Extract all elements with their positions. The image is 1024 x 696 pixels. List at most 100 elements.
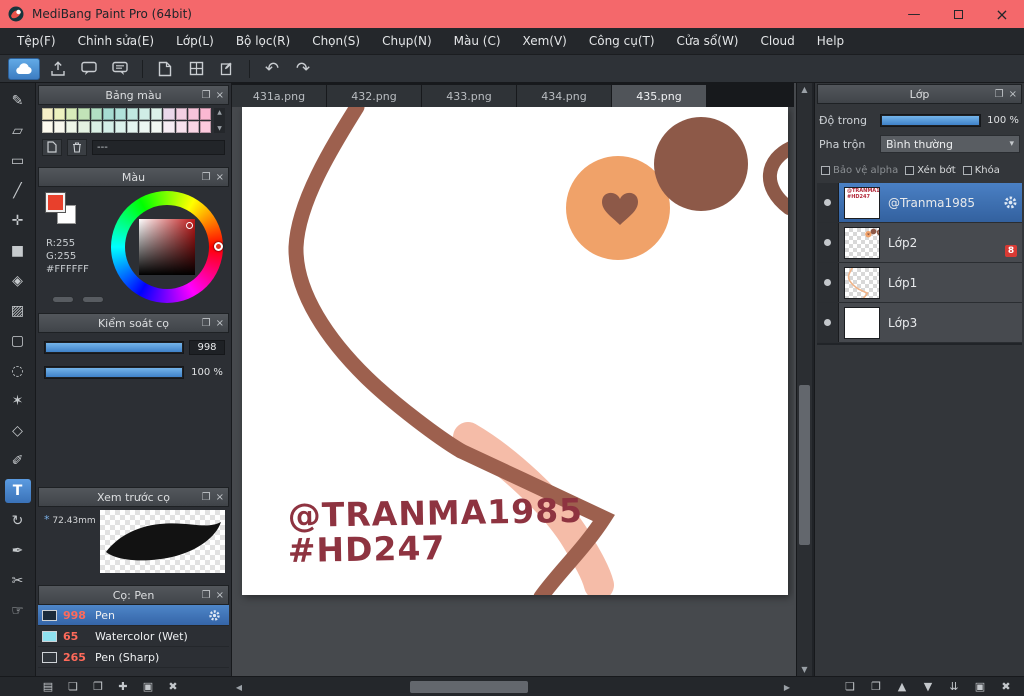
menu-item[interactable]: Bộ lọc(R) xyxy=(225,28,301,54)
scroll-right-icon[interactable]: ▶ xyxy=(780,680,794,694)
popout-icon[interactable]: ❐ xyxy=(202,590,211,601)
palette-swatch[interactable] xyxy=(102,108,114,120)
add-brush-folder-button[interactable]: ✚ xyxy=(115,680,131,693)
layer-row[interactable]: @TRANMA1985 #HD247 @Tranma1985 xyxy=(817,183,1022,223)
tool-bucket-fill[interactable]: ◈ xyxy=(5,269,31,293)
scroll-left-icon[interactable]: ◀ xyxy=(232,680,246,694)
delete-brush-button[interactable]: ✖ xyxy=(165,680,181,693)
canvas-viewport[interactable]: @TRANMA1985 #HD247 xyxy=(232,107,794,676)
palette-swatch[interactable] xyxy=(66,108,78,120)
palette-swatch[interactable] xyxy=(187,108,199,120)
palette-swatch[interactable] xyxy=(42,121,54,133)
brush-list-item[interactable]: 65 Watercolor (Wet) xyxy=(38,626,229,647)
close-icon[interactable]: × xyxy=(216,492,224,503)
palette-swatch[interactable] xyxy=(42,108,54,120)
menu-item[interactable]: Chọn(S) xyxy=(301,28,371,54)
palette-swatch[interactable] xyxy=(90,108,102,120)
add-brush-button[interactable]: ❏ xyxy=(65,680,81,693)
drawing-canvas[interactable]: @TRANMA1985 #HD247 xyxy=(242,107,788,595)
palette-swatch[interactable] xyxy=(139,108,151,120)
clipping-checkbox[interactable]: Xén bớt xyxy=(905,165,956,176)
palette-swatch[interactable] xyxy=(90,121,102,133)
chat-button[interactable] xyxy=(107,58,133,80)
menu-item[interactable]: Cloud xyxy=(750,28,806,54)
layer-visibility-toggle[interactable] xyxy=(817,303,839,342)
canvas-grid-button[interactable] xyxy=(183,58,209,80)
move-layer-down-button[interactable]: ▼ xyxy=(920,680,936,693)
comment-button[interactable] xyxy=(76,58,102,80)
menu-item[interactable]: Help xyxy=(806,28,855,54)
palette-swatch[interactable] xyxy=(199,121,211,133)
canvas-tab[interactable]: 431a.png xyxy=(232,85,327,107)
palette-swatch[interactable] xyxy=(151,121,163,133)
tool-select-rectangle[interactable]: ▭ xyxy=(5,149,31,173)
color-slider-handle[interactable] xyxy=(52,296,74,303)
canvas-tab[interactable]: 435.png xyxy=(612,85,707,107)
palette-color-name[interactable]: --- xyxy=(92,139,225,155)
blend-mode-dropdown[interactable]: Bình thường ▾ xyxy=(880,135,1020,153)
hue-selector[interactable] xyxy=(214,242,223,251)
canvas-horizontal-scrollbar[interactable]: ◀ ▶ xyxy=(232,680,794,694)
scroll-up-icon[interactable]: ▲ xyxy=(797,85,812,94)
redo-button[interactable]: ↷ xyxy=(290,58,316,80)
canvas-tab[interactable]: 432.png xyxy=(327,85,422,107)
menu-item[interactable]: Xem(V) xyxy=(512,28,578,54)
canvas-tab[interactable]: 434.png xyxy=(517,85,612,107)
duplicate-layer-button[interactable]: ❐ xyxy=(868,680,884,693)
palette-swatch[interactable] xyxy=(78,121,90,133)
palette-swatch[interactable] xyxy=(127,121,139,133)
scroll-down-icon[interactable]: ▼ xyxy=(217,125,222,132)
popout-icon[interactable]: ❐ xyxy=(202,318,211,329)
palette-swatch[interactable] xyxy=(54,108,66,120)
tool-brush[interactable]: ✎ xyxy=(5,89,31,113)
tool-eraser[interactable]: ▱ xyxy=(5,119,31,143)
layer-row[interactable]: Lớp2 8 xyxy=(817,223,1022,263)
horizontal-scroll-thumb[interactable] xyxy=(410,681,528,693)
palette-swatch[interactable] xyxy=(114,108,126,120)
palette-swatch[interactable] xyxy=(175,108,187,120)
popout-icon[interactable]: ❐ xyxy=(995,89,1004,100)
popout-icon[interactable]: ❐ xyxy=(202,492,211,503)
close-icon[interactable]: × xyxy=(216,172,224,183)
layer-visibility-toggle[interactable] xyxy=(817,183,839,222)
menu-item[interactable]: Chụp(N) xyxy=(371,28,443,54)
layer-visibility-toggle[interactable] xyxy=(817,223,839,262)
palette-swatch[interactable] xyxy=(102,121,114,133)
close-icon[interactable]: × xyxy=(216,590,224,601)
scroll-down-icon[interactable]: ▼ xyxy=(797,665,812,674)
menu-item[interactable]: Chỉnh sửa(E) xyxy=(67,28,166,54)
tool-move[interactable]: ✛ xyxy=(5,209,31,233)
canvas-edit-button[interactable] xyxy=(214,58,240,80)
tool-text[interactable]: T xyxy=(4,479,31,503)
undo-button[interactable]: ↶ xyxy=(259,58,285,80)
palette-swatch[interactable] xyxy=(175,121,187,133)
tool-magic-wand[interactable]: ✶ xyxy=(5,389,31,413)
tool-pen[interactable]: ✒ xyxy=(5,539,31,563)
close-button[interactable]: × xyxy=(980,0,1024,28)
alpha-lock-checkbox[interactable]: Bảo vệ alpha xyxy=(821,165,898,176)
maximize-button[interactable] xyxy=(936,0,980,28)
close-icon[interactable]: × xyxy=(216,318,224,329)
tool-operation[interactable]: ↻ xyxy=(5,509,31,533)
vertical-scroll-thumb[interactable] xyxy=(799,385,810,545)
close-icon[interactable]: × xyxy=(1009,89,1017,100)
brush-panel-menu-button[interactable]: ▤ xyxy=(40,680,56,693)
brush-size-value[interactable]: 998 xyxy=(189,340,225,355)
palette-swatch[interactable] xyxy=(127,108,139,120)
brush-size-slider[interactable] xyxy=(44,341,184,354)
move-layer-up-button[interactable]: ▲ xyxy=(894,680,910,693)
menu-item[interactable]: Lớp(L) xyxy=(165,28,225,54)
layer-row[interactable]: Lớp1 xyxy=(817,263,1022,303)
palette-swatch[interactable] xyxy=(163,121,175,133)
palette-swatch[interactable] xyxy=(114,121,126,133)
delete-palette-color-button[interactable] xyxy=(67,138,87,156)
tool-lasso[interactable]: ◌ xyxy=(5,359,31,383)
tool-shape-fill[interactable]: ■ xyxy=(5,239,31,263)
sv-selector[interactable] xyxy=(186,222,193,229)
layer-settings-gear-icon[interactable] xyxy=(1003,195,1018,210)
palette-swatch[interactable] xyxy=(78,108,90,120)
layer-row[interactable]: Lớp3 xyxy=(817,303,1022,343)
publish-button[interactable] xyxy=(45,58,71,80)
popout-icon[interactable]: ❐ xyxy=(202,172,211,183)
brush-opacity-slider[interactable] xyxy=(44,366,184,379)
